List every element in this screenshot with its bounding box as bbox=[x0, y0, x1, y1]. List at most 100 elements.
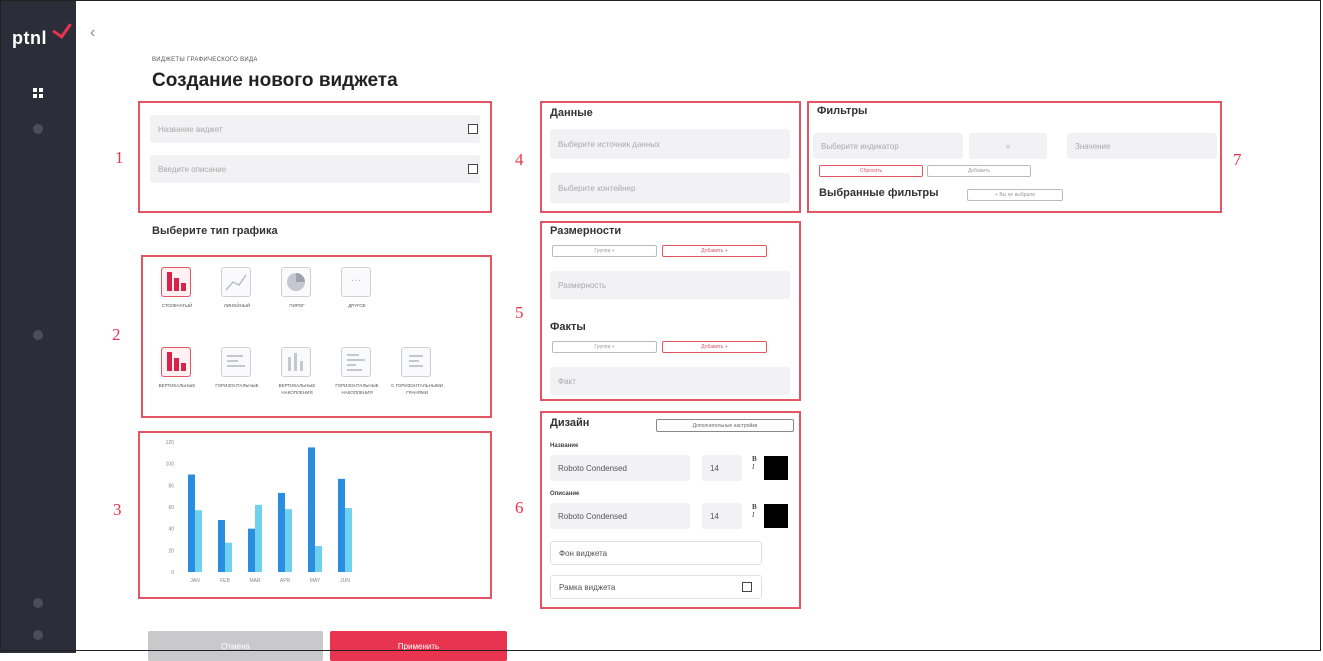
chart-bar bbox=[195, 510, 202, 572]
title-size-select[interactable]: 14 bbox=[702, 455, 742, 481]
dashboard-icon[interactable] bbox=[33, 88, 43, 98]
chart-bar bbox=[338, 478, 345, 572]
line-chart-icon bbox=[221, 267, 251, 297]
selected-filters-chip[interactable]: + Вы не выбрали bbox=[967, 189, 1063, 201]
chart-type-panel: СТОЛБЧАТЫЙ ЛИНЕЙНЫЙ ПИРОГ ··· ДРУГОЕ ВЕР… bbox=[141, 255, 492, 418]
x-tick-label: MAR bbox=[249, 578, 261, 584]
chart-bar bbox=[188, 474, 195, 572]
filter-add-button[interactable]: Добавить bbox=[927, 165, 1031, 177]
y-tick-label: 20 bbox=[168, 548, 174, 554]
chart-subtype-horizontal-edge[interactable]: С ГОРИЗОНТАЛЬНЫМИ ГРАНЯМИ bbox=[391, 347, 465, 407]
callout-2: 2 bbox=[112, 325, 121, 344]
selected-filters-title: Выбранные фильтры bbox=[819, 187, 939, 199]
pie-chart-icon bbox=[281, 267, 311, 297]
widgets-icon[interactable] bbox=[33, 124, 43, 134]
chart-bar bbox=[255, 504, 262, 572]
chart-bar bbox=[315, 546, 322, 572]
dimension-add-button[interactable]: Добавить + bbox=[662, 245, 767, 257]
widget-description-input[interactable]: Введите описание bbox=[150, 155, 480, 183]
filter-value-input[interactable]: Значение bbox=[1067, 133, 1217, 159]
callout-3: 3 bbox=[113, 500, 122, 519]
container-select[interactable]: Выберите контейнер bbox=[550, 173, 790, 203]
facts-title: Факты bbox=[550, 321, 586, 333]
data-panel: Данные Выберите источник данных Выберите… bbox=[540, 101, 801, 213]
fact-add-button[interactable]: Добавить + bbox=[662, 341, 767, 353]
data-title: Данные bbox=[550, 107, 593, 119]
callout-4: 4 bbox=[515, 150, 524, 169]
chart-preview: 120 100 80 60 40 20 0 JAN FEB MAR APR MAY JUN bbox=[166, 440, 352, 584]
fact-select[interactable]: Факт bbox=[550, 367, 790, 395]
description-font-label: Описание bbox=[550, 491, 580, 497]
widget-name-input[interactable]: Название виджет bbox=[150, 115, 480, 143]
horizontal-edge-icon bbox=[401, 347, 431, 377]
filter-indicator-select[interactable]: Выберите индикатор bbox=[813, 133, 963, 159]
filters-title: Фильтры bbox=[817, 105, 868, 117]
sidebar: ptnl bbox=[0, 0, 76, 653]
help-icon[interactable] bbox=[33, 598, 43, 608]
y-tick-label: 60 bbox=[168, 505, 174, 511]
chart-bar bbox=[225, 542, 232, 572]
y-tick-label: 0 bbox=[171, 570, 174, 576]
dimensions-panel: Размерности Группа + Добавить + Размерно… bbox=[540, 221, 801, 401]
widget-name-checkbox[interactable] bbox=[468, 124, 478, 134]
profile-icon[interactable] bbox=[33, 630, 43, 640]
settings-icon[interactable] bbox=[33, 330, 43, 340]
callout-6: 6 bbox=[515, 498, 524, 517]
fact-group-button[interactable]: Группа + bbox=[552, 341, 657, 353]
description-style-toggles[interactable]: BI bbox=[752, 503, 757, 519]
chart-bar bbox=[278, 492, 285, 572]
stacked-vertical-icon bbox=[281, 347, 311, 377]
filter-operator-select[interactable]: = bbox=[969, 133, 1047, 159]
y-tick-label: 40 bbox=[168, 527, 174, 533]
chart-bar bbox=[248, 528, 255, 572]
filters-panel: Фильтры Выберите индикатор = Значение Сб… bbox=[807, 101, 1222, 213]
x-tick-label: APR bbox=[280, 578, 291, 584]
widget-border-checkbox[interactable] bbox=[742, 582, 752, 592]
callout-5: 5 bbox=[515, 303, 524, 322]
title-font-label: Название bbox=[550, 443, 579, 449]
callout-1: 1 bbox=[115, 148, 124, 167]
design-panel: Дизайн Дополнительные настройки Название… bbox=[540, 411, 801, 609]
dimension-select[interactable]: Размерность bbox=[550, 271, 790, 299]
widget-info-panel: Название виджет Введите описание bbox=[138, 101, 492, 213]
y-tick-label: 120 bbox=[166, 440, 175, 446]
description-font-select[interactable]: Roboto Condensed bbox=[550, 503, 690, 529]
dimensions-title: Размерности bbox=[550, 225, 622, 237]
widget-description-checkbox[interactable] bbox=[468, 164, 478, 174]
horizontal-bar-icon bbox=[221, 347, 251, 377]
description-color-swatch[interactable] bbox=[764, 504, 788, 528]
y-tick-label: 100 bbox=[166, 462, 175, 468]
widget-background-input[interactable]: Фон виджета bbox=[550, 541, 762, 565]
cancel-button[interactable]: Отмена bbox=[148, 631, 323, 661]
y-tick-label: 80 bbox=[168, 483, 174, 489]
chart-bar bbox=[308, 447, 315, 572]
x-tick-label: JUN bbox=[340, 578, 350, 584]
stacked-horizontal-icon bbox=[341, 347, 371, 377]
dimension-group-button[interactable]: Группа + bbox=[552, 245, 657, 257]
bar-chart-icon bbox=[161, 267, 191, 297]
title-font-select[interactable]: Roboto Condensed bbox=[550, 455, 690, 481]
data-source-select[interactable]: Выберите источник данных bbox=[550, 129, 790, 159]
x-tick-label: JAN bbox=[190, 578, 200, 584]
chart-bar bbox=[345, 508, 352, 572]
filter-reset-button[interactable]: Сбросить bbox=[819, 165, 923, 177]
breadcrumb[interactable]: ВИДЖЕТЫ ГРАФИЧЕСКОГО ВИДА bbox=[152, 57, 258, 63]
logo-check-mark bbox=[52, 18, 72, 39]
back-chevron-icon[interactable]: ‹ bbox=[90, 24, 95, 42]
page-title: Создание нового виджета bbox=[152, 70, 398, 91]
chart-bar bbox=[218, 520, 225, 572]
x-tick-label: FEB bbox=[220, 578, 230, 584]
apply-button[interactable]: Применить bbox=[330, 631, 507, 661]
widget-border-field: Рамка виджета bbox=[550, 575, 762, 599]
chart-bar bbox=[285, 509, 292, 572]
chart-type-title: Выберите тип графика bbox=[152, 225, 278, 237]
vertical-bar-icon bbox=[161, 347, 191, 377]
design-title: Дизайн bbox=[550, 417, 590, 429]
chart-type-other[interactable]: ··· ДРУГОЕ bbox=[335, 267, 405, 327]
x-tick-label: MAY bbox=[310, 578, 321, 584]
title-color-swatch[interactable] bbox=[764, 456, 788, 480]
logo[interactable]: ptnl bbox=[12, 28, 47, 49]
extra-settings-button[interactable]: Дополнительные настройки bbox=[656, 419, 794, 432]
title-style-toggles[interactable]: BI bbox=[752, 455, 757, 471]
description-size-select[interactable]: 14 bbox=[702, 503, 742, 529]
